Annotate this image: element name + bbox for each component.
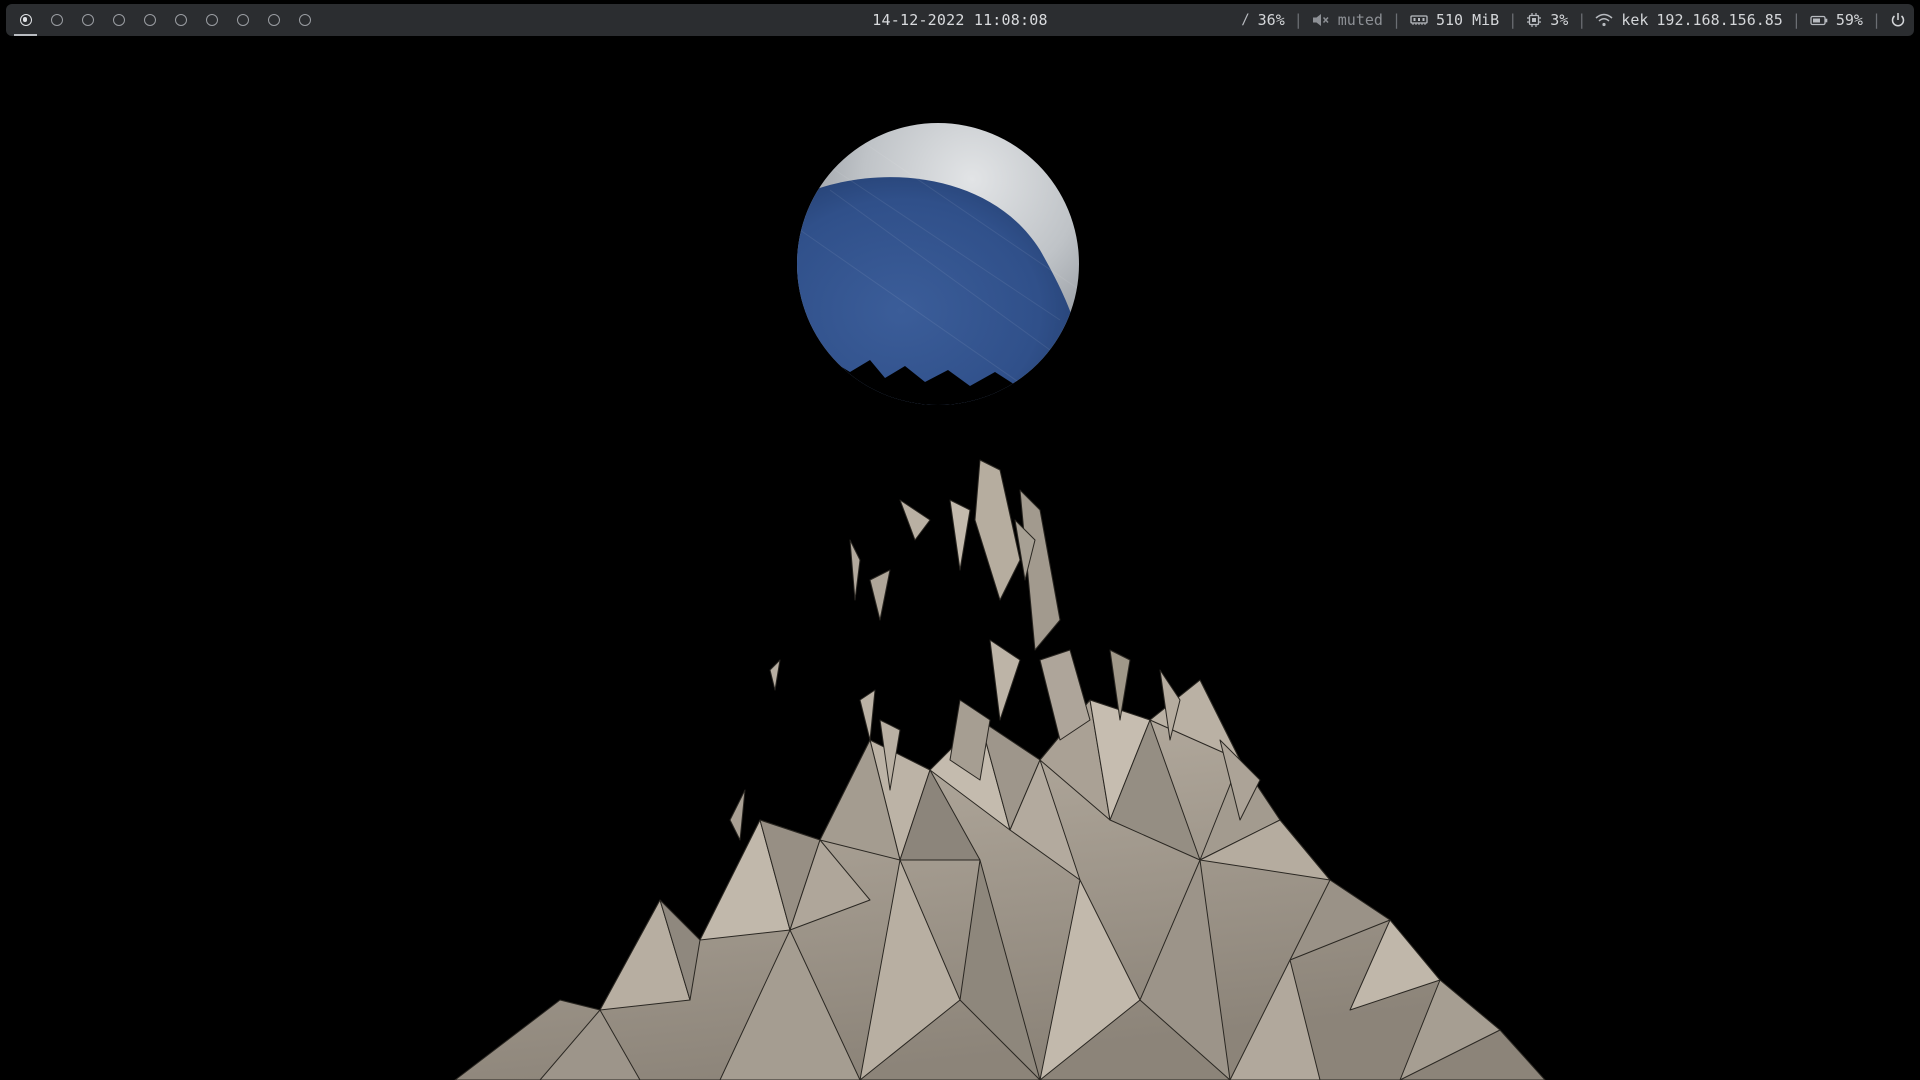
clock[interactable]: 14-12-2022 11:08:08 (872, 11, 1047, 29)
battery-level: 59% (1835, 11, 1863, 29)
wifi-ssid: kek (1621, 11, 1649, 29)
workspace-empty-icon (112, 14, 125, 26)
memory-chip-icon (1410, 14, 1428, 26)
workspace-empty-icon (50, 14, 63, 26)
speaker-muted-icon (1312, 13, 1330, 27)
workspace-empty-icon (267, 14, 280, 26)
moon-image (797, 123, 1079, 405)
memory-module[interactable]: 510 MiB (1410, 4, 1499, 36)
wifi-icon (1595, 13, 1613, 27)
workspace-switcher (10, 4, 320, 36)
power-button[interactable] (1890, 4, 1906, 36)
workspace-4-button[interactable] (103, 4, 134, 36)
cpu-usage: 3% (1550, 11, 1569, 29)
workspace-6-button[interactable] (165, 4, 196, 36)
cpu-module[interactable]: 3% (1526, 4, 1568, 36)
workspace-2-button[interactable] (41, 4, 72, 36)
separator: | (1577, 11, 1587, 29)
separator: | (1791, 11, 1801, 29)
cpu-icon (1526, 12, 1542, 28)
workspace-active-icon (19, 14, 32, 26)
workspace-9-button[interactable] (258, 4, 289, 36)
workspace-7-button[interactable] (196, 4, 227, 36)
low-poly-mountain-image (454, 459, 1546, 1080)
workspace-1-button[interactable] (10, 4, 41, 36)
workspace-empty-icon (81, 14, 94, 26)
workspace-empty-icon (205, 14, 218, 26)
disk-usage: 36% (1257, 11, 1285, 29)
workspace-empty-icon (236, 14, 249, 26)
battery-icon (1810, 15, 1828, 26)
workspace-5-button[interactable] (134, 4, 165, 36)
desktop: 14-12-2022 11:08:08 / 36% | muted | 510 … (0, 0, 1920, 1080)
separator: | (1293, 11, 1303, 29)
workspace-empty-icon (298, 14, 311, 26)
volume-module[interactable]: muted (1312, 4, 1383, 36)
memory-usage: 510 MiB (1435, 11, 1500, 29)
status-modules: / 36% | muted | 510 MiB | 3% | kek 192.1… (1241, 4, 1906, 36)
wallpaper (454, 123, 1546, 1080)
separator: | (1508, 11, 1518, 29)
separator: | (1871, 11, 1881, 29)
workspace-empty-icon (174, 14, 187, 26)
power-icon (1890, 12, 1906, 28)
separator: | (1391, 11, 1401, 29)
ip-address: 192.168.156.85 (1656, 11, 1783, 29)
network-module[interactable]: kek 192.168.156.85 (1595, 4, 1783, 36)
slash-disk-icon: / (1241, 12, 1250, 28)
disk-module[interactable]: / 36% (1241, 4, 1285, 36)
workspace-3-button[interactable] (72, 4, 103, 36)
workspace-empty-icon (143, 14, 156, 26)
top-bar: 14-12-2022 11:08:08 / 36% | muted | 510 … (6, 4, 1914, 36)
battery-module[interactable]: 59% (1810, 4, 1863, 36)
workspace-10-button[interactable] (289, 4, 320, 36)
workspace-8-button[interactable] (227, 4, 258, 36)
volume-status: muted (1337, 11, 1383, 29)
